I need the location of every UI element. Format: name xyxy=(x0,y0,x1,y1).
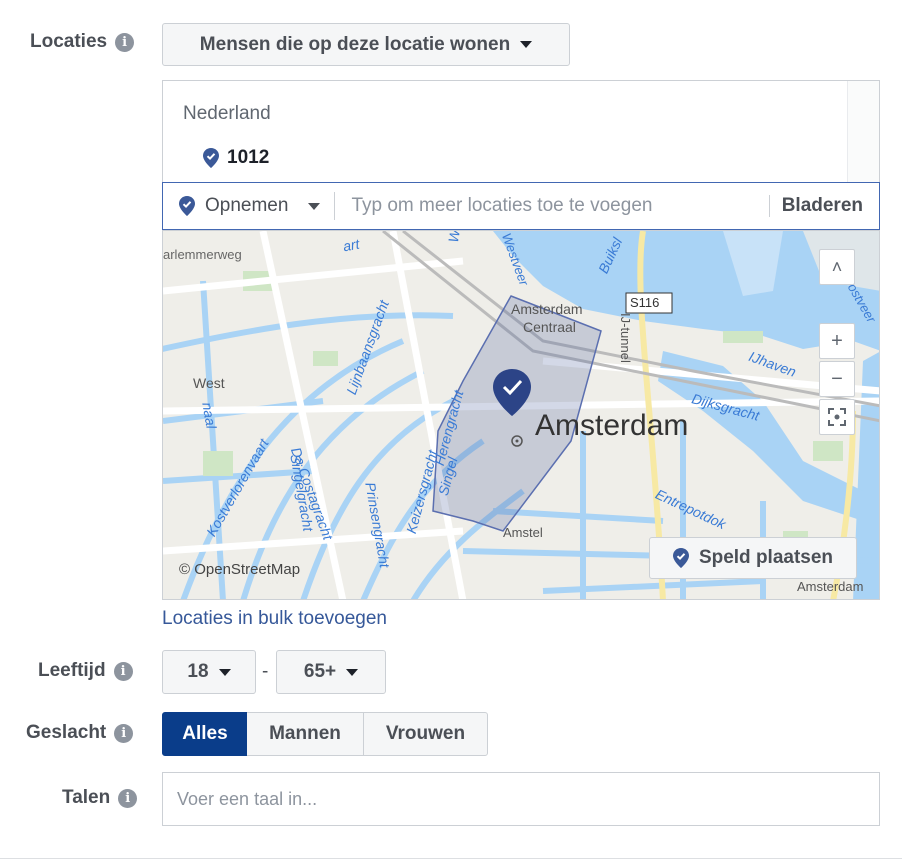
chevron-down-icon xyxy=(308,202,321,210)
location-list-scrollbar[interactable] xyxy=(847,81,879,182)
browse-button[interactable]: Bladeren xyxy=(768,195,879,217)
drop-pin-button[interactable]: Speld plaatsen xyxy=(649,537,857,579)
map-label-city: Amsterdam xyxy=(535,409,689,442)
chevron-down-icon xyxy=(218,668,231,676)
bulk-add-locations-link[interactable]: Locaties in bulk toevoegen xyxy=(162,608,387,630)
map-label-district: West xyxy=(193,375,225,391)
map-label-station: Centraal xyxy=(523,319,576,335)
selected-location-item[interactable]: 1012 xyxy=(203,147,269,169)
location-type-label: Mensen die op deze locatie wonen xyxy=(199,33,511,55)
info-icon[interactable]: i xyxy=(115,32,135,52)
age-min-dropdown[interactable]: 18 xyxy=(162,650,256,694)
map-label-station: Amsterdam xyxy=(511,301,583,317)
chevron-down-icon xyxy=(346,668,359,676)
fullscreen-icon xyxy=(828,408,846,426)
map-collapse-button[interactable]: ˄ xyxy=(819,249,855,285)
age-separator: - xyxy=(262,661,269,682)
fit-bounds-button[interactable] xyxy=(819,399,855,435)
info-icon[interactable]: i xyxy=(114,723,134,743)
languages-label-text: Talen xyxy=(62,787,111,808)
map-attribution[interactable]: © OpenStreetMap xyxy=(179,561,300,578)
section-divider xyxy=(0,858,902,859)
age-max-value: 65+ xyxy=(303,661,337,682)
location-search-row: Opnemen Bladeren xyxy=(162,182,880,230)
locations-label-text: Locaties xyxy=(30,31,108,52)
age-min-value: 18 xyxy=(187,661,209,682)
languages-label: Talen i xyxy=(62,787,138,809)
gender-option-all[interactable]: Alles xyxy=(162,712,248,756)
include-dropdown[interactable]: Opnemen xyxy=(163,192,336,220)
age-label-text: Leeftijd xyxy=(38,660,106,681)
locations-label: Locaties i xyxy=(30,31,135,53)
location-pin-icon xyxy=(203,148,219,168)
zoom-out-button[interactable]: − xyxy=(819,361,855,397)
chevron-down-icon xyxy=(520,41,533,48)
location-pin-icon xyxy=(672,548,689,568)
map-label-road: S116 xyxy=(630,295,660,310)
info-icon[interactable]: i xyxy=(113,661,133,681)
map-label-water: Amstel xyxy=(503,525,543,540)
map-label-tunnel: IJ-tunnel xyxy=(618,313,633,363)
drop-pin-label: Speld plaatsen xyxy=(698,547,834,568)
selected-location-name: 1012 xyxy=(227,147,270,168)
gender-option-women[interactable]: Vrouwen xyxy=(363,712,488,756)
include-label: Opnemen xyxy=(205,195,289,216)
map-label-water: art xyxy=(341,235,361,255)
age-label: Leeftijd i xyxy=(38,660,133,682)
country-group-label: Nederland xyxy=(183,103,271,124)
language-input[interactable] xyxy=(162,772,880,826)
info-icon[interactable]: i xyxy=(118,788,138,808)
map-label-street: Amsterdam xyxy=(797,579,864,594)
location-type-dropdown[interactable]: Mensen die op deze locatie wonen xyxy=(162,23,570,66)
location-pin-icon xyxy=(179,196,195,216)
age-max-dropdown[interactable]: 65+ xyxy=(276,650,386,694)
location-search-input[interactable] xyxy=(335,195,769,217)
location-map[interactable]: Amsterdam Amsterdam Centraal West arlemm… xyxy=(162,230,880,600)
zoom-in-button[interactable]: + xyxy=(819,323,855,359)
selected-locations-box: Nederland 1012 xyxy=(162,80,880,182)
gender-label-text: Geslacht xyxy=(26,722,107,743)
map-label-street: arlemmerweg xyxy=(163,247,242,262)
gender-option-men[interactable]: Mannen xyxy=(247,712,364,756)
gender-label: Geslacht i xyxy=(26,722,134,744)
